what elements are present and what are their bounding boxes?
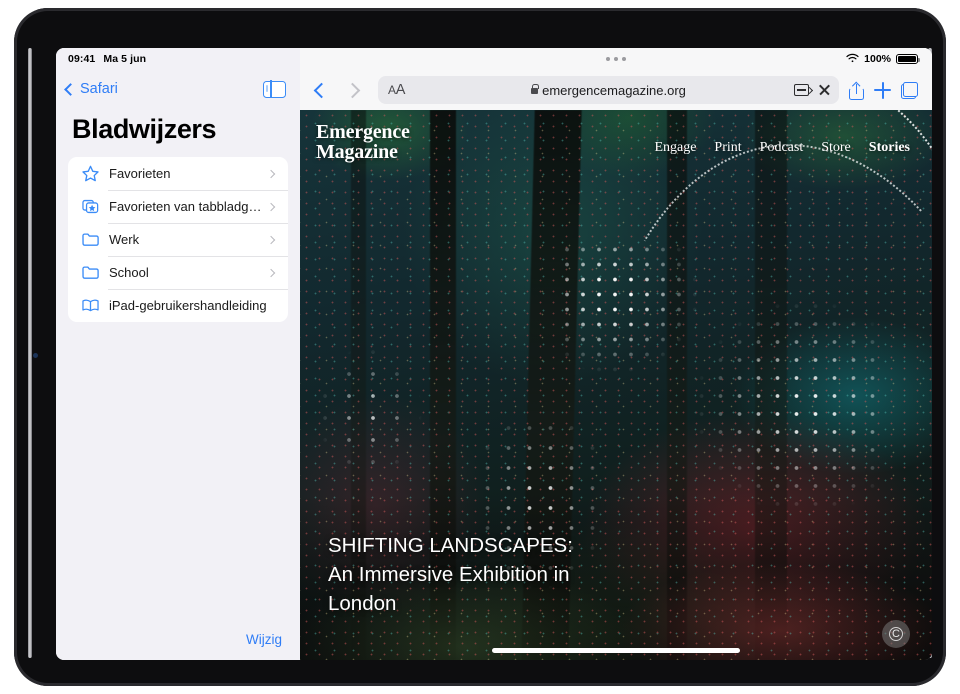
- hero-headline[interactable]: SHIFTING LANDSCAPES: An Immersive Exhibi…: [328, 531, 573, 618]
- lock-icon: [531, 88, 538, 94]
- site-logo-line1: Emergence: [316, 122, 410, 142]
- list-item[interactable]: Werk: [68, 223, 288, 256]
- chevron-right-icon: [267, 235, 275, 243]
- star-icon: [79, 163, 101, 185]
- nav-item-store[interactable]: Store: [821, 140, 851, 156]
- nav-item-podcast[interactable]: Podcast: [760, 140, 804, 156]
- sidebar-toggle-icon[interactable]: [263, 81, 286, 98]
- forward-button[interactable]: [345, 82, 361, 98]
- sidebar-topbar: Safari: [56, 70, 300, 108]
- chevron-left-icon: [64, 83, 77, 96]
- list-item[interactable]: Favorieten: [68, 157, 288, 190]
- status-date: Ma 5 jun: [103, 53, 146, 65]
- close-icon[interactable]: [818, 84, 831, 97]
- copyright-badge-label: C: [889, 627, 903, 641]
- nav-item-stories[interactable]: Stories: [869, 140, 910, 156]
- address-bar[interactable]: AA emergencemagazine.org: [378, 76, 839, 104]
- status-bar-left: 09:41 Ma 5 jun: [56, 48, 300, 70]
- status-indicators: 100%: [846, 53, 918, 66]
- url-display: emergencemagazine.org: [378, 83, 839, 98]
- site-logo[interactable]: Emergence Magazine: [316, 122, 410, 162]
- share-icon[interactable]: [849, 81, 864, 100]
- battery-percent-label: 100%: [864, 53, 891, 65]
- ipad-screen: 09:41 Ma 5 jun Safari Bladwijzers: [56, 48, 932, 660]
- site-header: Emergence Magazine Engage Print Podcast …: [300, 110, 932, 162]
- list-item[interactable]: School: [68, 256, 288, 289]
- site-nav: Engage Print Podcast Store Stories: [654, 122, 910, 156]
- list-item-label: iPad-gebruikershandleiding: [109, 298, 278, 313]
- home-indicator[interactable]: [492, 648, 740, 653]
- nav-item-print[interactable]: Print: [714, 140, 741, 156]
- reader-view-icon[interactable]: [794, 84, 809, 96]
- battery-full-icon: [896, 54, 918, 65]
- device-sensor: [33, 353, 38, 358]
- bookmarks-sidebar: 09:41 Ma 5 jun Safari Bladwijzers: [56, 48, 300, 660]
- browser-toolbar: AA emergencemagazine.org: [300, 70, 932, 110]
- plus-icon[interactable]: [874, 82, 891, 99]
- url-text: emergencemagazine.org: [542, 83, 686, 98]
- folder-icon: [79, 229, 101, 251]
- headline-line1: SHIFTING LANDSCAPES:: [328, 531, 573, 560]
- back-to-safari-button[interactable]: Safari: [66, 81, 118, 97]
- back-label: Safari: [80, 81, 118, 97]
- address-bar-actions: [794, 84, 831, 97]
- text-size-button[interactable]: AA: [388, 82, 405, 98]
- tab-group-star-icon: [79, 196, 101, 218]
- list-item-label: School: [109, 265, 268, 280]
- book-icon: [79, 295, 101, 317]
- site-logo-line2: Magazine: [316, 142, 410, 162]
- list-item-label: Favorieten: [109, 166, 268, 181]
- chevron-right-icon: [267, 202, 275, 210]
- back-button[interactable]: [314, 82, 330, 98]
- tabs-overview-icon[interactable]: [901, 82, 918, 99]
- status-time: 09:41: [68, 53, 95, 65]
- list-item-label: Werk: [109, 232, 268, 247]
- folder-icon: [79, 262, 101, 284]
- status-bar-right: 100%: [300, 48, 932, 70]
- headline-line2: An Immersive Exhibition in: [328, 560, 573, 589]
- list-item[interactable]: Favorieten van tabbladgr…: [68, 190, 288, 223]
- browser-pane: 100% AA emergencemagazine.org: [300, 48, 932, 660]
- chevron-right-icon: [267, 268, 275, 276]
- headline-line3: London: [328, 589, 573, 618]
- list-item-label: Favorieten van tabbladgr…: [109, 199, 268, 214]
- wifi-icon: [846, 53, 859, 66]
- list-item[interactable]: iPad-gebruikershandleiding: [68, 289, 288, 322]
- chevron-right-icon: [267, 169, 275, 177]
- bookmarks-list: Favorieten Favorieten van tabbladgr…: [68, 157, 288, 322]
- multitasking-dots-icon[interactable]: [606, 57, 626, 61]
- device-edge-left: [28, 48, 32, 658]
- nav-item-engage[interactable]: Engage: [654, 140, 696, 156]
- web-content: Emergence Magazine Engage Print Podcast …: [300, 110, 932, 660]
- page-title: Bladwijzers: [56, 108, 300, 157]
- copyright-badge-icon[interactable]: C: [882, 620, 910, 648]
- ipad-device-frame: 09:41 Ma 5 jun Safari Bladwijzers: [14, 8, 946, 686]
- edit-button[interactable]: Wijzig: [246, 632, 282, 647]
